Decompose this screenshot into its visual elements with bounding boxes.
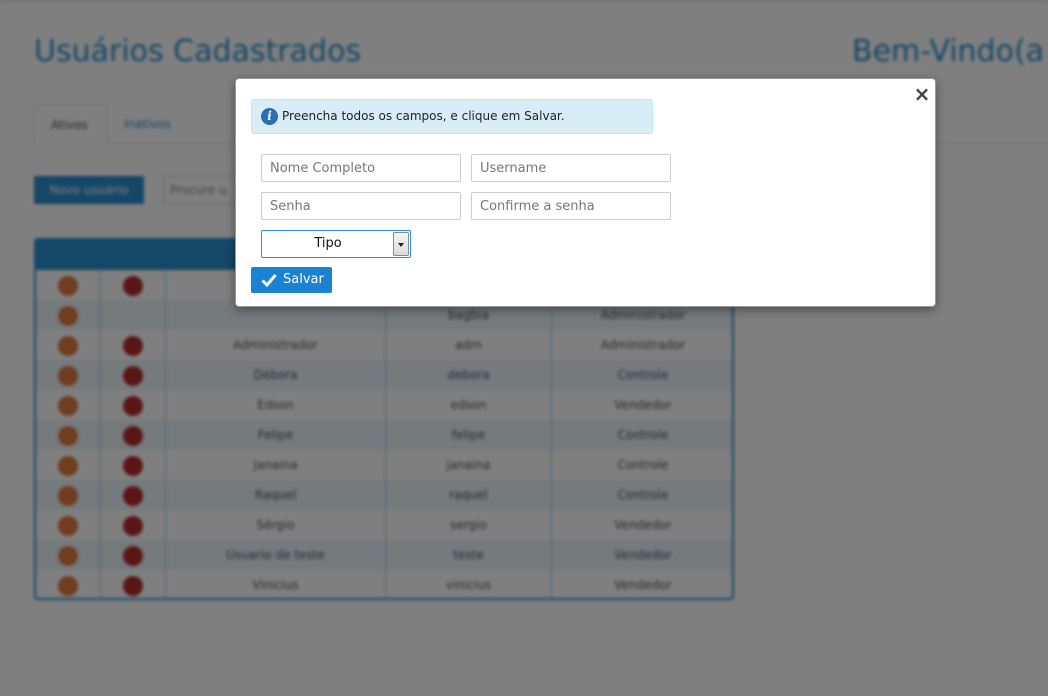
password-field[interactable] xyxy=(261,192,461,220)
type-select-value: Tipo xyxy=(314,236,342,251)
alert-text: Preencha todos os campos, e clique em Sa… xyxy=(282,109,565,123)
new-user-modal: × i Preencha todos os campos, e clique e… xyxy=(235,78,936,307)
save-button-label: Salvar xyxy=(283,272,324,287)
check-icon xyxy=(261,274,277,287)
username-field[interactable] xyxy=(471,154,671,182)
chevron-down-icon[interactable] xyxy=(393,232,409,256)
close-button[interactable]: × xyxy=(913,84,931,104)
info-icon: i xyxy=(261,108,278,125)
save-button[interactable]: Salvar xyxy=(251,267,332,293)
type-select[interactable]: Tipo xyxy=(261,230,411,258)
full-name-field[interactable] xyxy=(261,154,461,182)
confirm-password-field[interactable] xyxy=(471,192,671,220)
info-alert: i Preencha todos os campos, e clique em … xyxy=(251,99,653,134)
